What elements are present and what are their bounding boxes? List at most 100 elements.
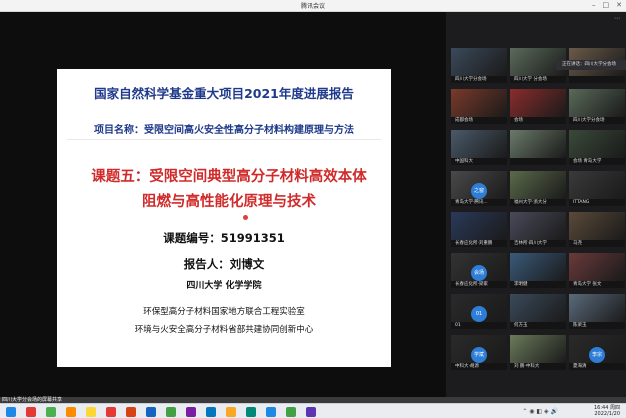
participant-name: 成都会场 (451, 117, 507, 124)
participant-name: 夏海清 (569, 363, 625, 370)
participant-video (510, 89, 566, 117)
app-icon[interactable] (66, 407, 76, 417)
participant-name: 吉林所·四川大学 (510, 240, 566, 247)
participant-name: 四川大学 分会场 (510, 76, 566, 83)
folder-icon[interactable] (86, 407, 96, 417)
participant-tile[interactable] (510, 130, 566, 165)
participant-tile[interactable]: 会场 长春应化所·梁家 (451, 253, 507, 288)
tray-icons[interactable]: ⌃ ◉ ◧ ◈ 🔊 (522, 408, 558, 415)
participant-name: 中科大·胡源 (451, 363, 507, 370)
participant-video (510, 294, 566, 322)
shared-screen-area: 国家自然科学基金重大项目2021年度进展报告 项目名称：受限空间高火安全性高分子… (0, 12, 446, 397)
app-icon-7[interactable] (266, 407, 276, 417)
participant-name: 四川大学分会场 (451, 76, 507, 83)
participant-name: 长春应化所·梁家 (451, 281, 507, 288)
participant-video (510, 171, 566, 199)
participant-tile[interactable]: 刘 鹏·中科大 (510, 335, 566, 370)
slide-title: 国家自然科学基金重大项目2021年度进展报告 (94, 86, 354, 101)
participant-tile[interactable]: 李明健 (510, 253, 566, 288)
app-icon-3[interactable] (186, 407, 196, 417)
participant-name: 会场 青岛大学 (569, 158, 625, 165)
participant-tile[interactable]: 何方玉 (510, 294, 566, 329)
chrome-icon[interactable] (166, 407, 176, 417)
participant-tile[interactable]: 长春应化所·刘重鹏 (451, 212, 507, 247)
participant-video (451, 212, 507, 240)
slide-project-name: 项目名称：受限空间高火安全性高分子材料构建原理与方法 (94, 125, 354, 136)
maximize-button[interactable]: □ (603, 1, 610, 9)
app-icon-2[interactable] (146, 407, 156, 417)
participant-tile[interactable]: 会场 青岛大学 (569, 130, 625, 165)
participant-tile[interactable]: 吉林所·四川大学 (510, 212, 566, 247)
close-button[interactable]: ✕ (616, 1, 622, 9)
participant-avatar: 会场 (471, 265, 487, 281)
speaking-indicator: 正在讲话：四川大学分会场 (556, 60, 626, 70)
participant-video (510, 335, 566, 363)
participant-name: ITTANG (569, 199, 625, 206)
participant-video (451, 89, 507, 117)
participant-tile[interactable]: 福州大学·浙大分 (510, 171, 566, 206)
start-icon[interactable] (6, 407, 16, 417)
participant-tile[interactable]: 陈梁玉 (569, 294, 625, 329)
gallery-controls-icon[interactable]: ⋯ (614, 15, 620, 22)
participant-name: 刘 鹏·中科大 (510, 363, 566, 370)
participant-avatar: 李宗 (589, 347, 605, 363)
participant-name: 中国科大 (451, 158, 507, 165)
participant-avatar: 之窗 (471, 183, 487, 199)
participant-tile[interactable]: 中国科大 (451, 130, 507, 165)
slide-topic-line-2: 阻燃与高性能化原理与技术 (142, 194, 316, 210)
participant-avatar: 01 (471, 306, 487, 322)
participant-name (510, 158, 566, 165)
participant-tile[interactable]: 四川大学分会场 (569, 89, 625, 124)
slide-affiliation: 四川大学 化学学院 (186, 281, 262, 291)
participant-tile[interactable]: 青岛大学 张文 (569, 253, 625, 288)
participant-avatar: 学斌 (471, 347, 487, 363)
participant-tile[interactable]: 学斌 中科大·胡源 (451, 335, 507, 370)
participant-name: 会场 (510, 117, 566, 124)
taskbar-clock[interactable]: 16:44 周四 2022/1/20 (594, 405, 620, 417)
slide-lab-1: 环保型高分子材料国家地方联合工程实验室 (143, 307, 305, 317)
participant-name: 长春应化所·刘重鹏 (451, 240, 507, 247)
participant-video (510, 130, 566, 158)
pdf-icon[interactable] (106, 407, 116, 417)
participant-tile[interactable]: ITTANG (569, 171, 625, 206)
clock-date: 2022/1/20 (594, 411, 620, 417)
participant-name: 何方玉 (510, 322, 566, 329)
slide-divider (67, 139, 381, 140)
window-titlebar: 腾讯会议 – □ ✕ (0, 0, 626, 12)
participant-name: 福州大学·浙大分 (510, 199, 566, 206)
participant-tile[interactable]: 01 01 (451, 294, 507, 329)
app-icon-5[interactable] (226, 407, 236, 417)
participant-video (569, 89, 625, 117)
window-title: 腾讯会议 (300, 3, 325, 10)
participant-video (451, 48, 507, 76)
browser-icon[interactable] (26, 407, 36, 417)
participant-tile[interactable]: 会场 (510, 89, 566, 124)
app-icon-4[interactable] (206, 407, 216, 417)
slide-topic-number: 课题编号：51991351 (163, 231, 285, 245)
presentation-slide: 国家自然科学基金重大项目2021年度进展报告 项目名称：受限空间高火安全性高分子… (57, 69, 391, 367)
participant-name: 青岛大学 张文 (569, 281, 625, 288)
ppt-icon[interactable] (126, 407, 136, 417)
participant-name: 李明健 (510, 281, 566, 288)
app-icon-8[interactable] (306, 407, 316, 417)
participant-tile[interactable]: 之窗 青岛大学·腾讯... (451, 171, 507, 206)
slide-reporter: 报告人：刘博文 (183, 257, 265, 271)
participant-video (451, 130, 507, 158)
participant-tile[interactable]: 四川大学分会场 (451, 48, 507, 83)
participant-video (569, 253, 625, 281)
meeting-icon[interactable] (46, 407, 56, 417)
app-icon-6[interactable] (246, 407, 256, 417)
laser-pointer (243, 215, 248, 220)
participant-video (569, 212, 625, 240)
participant-name: 陈梁玉 (569, 322, 625, 329)
wechat-icon[interactable] (286, 407, 296, 417)
participant-video (510, 253, 566, 281)
participant-name: 青岛大学·腾讯... (451, 199, 507, 206)
participant-name: 01 (451, 322, 507, 329)
participant-tile[interactable]: 成都会场 (451, 89, 507, 124)
participant-video (569, 171, 625, 199)
participant-tile[interactable]: 马尧 (569, 212, 625, 247)
minimize-button[interactable]: – (592, 1, 596, 9)
slide-topic-line-1: 课题五：受限空间典型高分子材料高效本体 (91, 169, 367, 185)
participant-tile[interactable]: 李宗 夏海清 (569, 335, 625, 370)
